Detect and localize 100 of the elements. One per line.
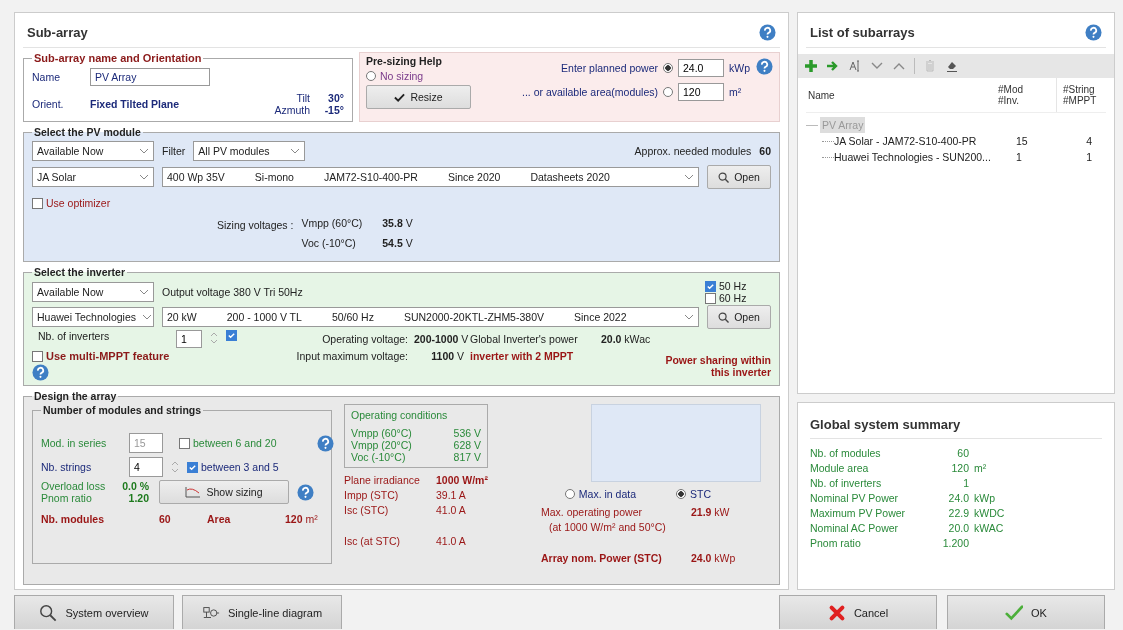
nominal-power-label: Array nom. Power (STC): [541, 552, 663, 564]
count-checkbox[interactable]: [226, 330, 237, 341]
group-title: Pre-sizing Help: [366, 55, 443, 67]
search-icon: [718, 311, 730, 323]
mode-radio[interactable]: Max. in data: [564, 488, 636, 500]
frequency-checkbox[interactable]: 60 Hz: [705, 292, 771, 304]
azimuth-value: -15°: [323, 104, 344, 116]
orientation-value: Fixed Tilted Plane: [90, 98, 181, 110]
pnom-value: 1.20: [127, 492, 149, 504]
manufacturer-dropdown[interactable]: JA Solar: [32, 167, 154, 187]
help-icon[interactable]: [1085, 23, 1102, 41]
condition-label: Vmpp (60°C): [351, 427, 413, 439]
value-field[interactable]: 24.0: [678, 59, 724, 77]
tree-item[interactable]: Huawei Technologies - SUN200...: [834, 151, 1016, 163]
tree-item[interactable]: JA Solar - JAM72-S10-400-PR: [834, 135, 1016, 147]
value-field[interactable]: 120: [678, 83, 724, 101]
modules-value: 60: [159, 513, 172, 525]
irradiance-label: Plane irradiance: [344, 474, 421, 486]
help-icon[interactable]: [32, 364, 49, 381]
caret-icon: [139, 174, 149, 180]
voltage-value: 54.5 V: [382, 237, 413, 249]
footer-button[interactable]: OK: [947, 595, 1105, 629]
table-cell-text: 1: [1016, 151, 1023, 163]
current-label: Isc (at STC): [344, 535, 401, 547]
current-label: Impp (STC): [344, 489, 400, 501]
checkmark-icon: [394, 91, 406, 103]
summary-value: 120: [950, 462, 969, 474]
mode-radio[interactable]: STC: [676, 488, 711, 500]
summary-unit: kWp: [974, 492, 996, 504]
optimizer-checkbox[interactable]: Use optimizer: [32, 192, 771, 214]
pnom-label: Pnom ratio: [41, 492, 93, 504]
current-label: Isc (STC): [344, 504, 390, 516]
help-icon[interactable]: [297, 483, 314, 501]
range-checkbox[interactable]: between 3 and 5: [187, 461, 317, 473]
max-power-value: 21.9 kW: [691, 506, 731, 518]
open-button[interactable]: Open: [707, 305, 771, 329]
operating-voltage-label: Operating voltage:: [321, 333, 408, 345]
table-cell-text: 4: [1085, 135, 1092, 147]
spinner-icon[interactable]: [210, 330, 218, 346]
eraser-icon[interactable]: [945, 59, 959, 73]
summary-value: 60: [956, 447, 969, 459]
range-checkbox[interactable]: between 6 and 20: [179, 437, 309, 449]
summary-unit: m²: [974, 462, 988, 474]
strings-field[interactable]: 4: [129, 457, 163, 477]
column-header: #String #MPPT: [1056, 78, 1106, 112]
field-label: Nb. of inverters: [38, 330, 111, 344]
option-label: Enter planned power: [561, 62, 658, 74]
model-dropdown[interactable]: 20 kW 200 - 1000 V TL 50/60 Hz SUN2000-20KTL-ZHM5-380V Since 2022: [162, 307, 699, 327]
power-sharing-note: Power sharing within this inverter: [664, 353, 771, 378]
panel-title: List of subarrays: [810, 24, 915, 40]
group-title: Select the inverter: [33, 266, 127, 278]
condition-value: 628 V: [452, 439, 481, 451]
footer-button[interactable]: System overview: [14, 595, 174, 629]
max-power-note: (at 1000 W/m² and 50°C): [548, 521, 667, 533]
summary-label: Nb. of modules: [810, 447, 882, 459]
footer-button[interactable]: Cancel: [779, 595, 937, 629]
availability-dropdown[interactable]: Available Now: [32, 282, 154, 302]
count-field[interactable]: 1: [176, 330, 202, 348]
sizing-option[interactable]: No sizing: [366, 70, 496, 82]
caret-icon: [139, 148, 149, 154]
irradiance-value: 1000 W/m²: [436, 474, 489, 486]
approx-value: 60: [759, 145, 771, 157]
manufacturer-dropdown[interactable]: Huawei Technologies: [32, 307, 154, 327]
caret-icon: [290, 148, 301, 154]
condition-label: Voc (-10°C): [351, 451, 407, 463]
caret-icon: [139, 289, 149, 295]
current-value: 41.0 A: [436, 504, 467, 516]
condition-label: Vmpp (20°C): [351, 439, 413, 451]
modules-label: Nb. modules: [41, 513, 105, 525]
current-value: 41.0 A: [436, 535, 467, 547]
caret-icon: [142, 314, 153, 320]
input-voltage-value: 1100 V: [430, 350, 464, 362]
approx-label: Approx. needed modules: [634, 145, 752, 157]
help-icon[interactable]: [759, 23, 776, 41]
rename-icon[interactable]: [848, 59, 862, 73]
add-icon[interactable]: [804, 59, 818, 73]
field-label: Orient.: [32, 98, 65, 110]
resize-button[interactable]: Resize: [366, 85, 471, 109]
radio-button[interactable]: [663, 63, 673, 73]
footer-button[interactable]: Single-line diagram: [182, 595, 342, 629]
search-icon: [718, 171, 730, 183]
frequency-checkbox[interactable]: 50 Hz: [705, 280, 771, 292]
radio-button[interactable]: [663, 87, 673, 97]
open-button[interactable]: Open: [707, 165, 771, 189]
name-field[interactable]: PV Array: [90, 68, 210, 86]
show-sizing-button[interactable]: Show sizing: [159, 480, 289, 504]
area-label: Area: [207, 513, 232, 525]
filter-dropdown[interactable]: All PV modules: [193, 141, 306, 161]
multi-mppt-checkbox[interactable]: Use multi-MPPT feature: [32, 350, 237, 362]
availability-dropdown[interactable]: Available Now: [32, 141, 154, 161]
tilt-label: Tilt: [296, 92, 310, 104]
sizing-label: Sizing voltages :: [217, 218, 294, 233]
help-icon[interactable]: [756, 58, 773, 75]
area-value: 120 m²: [285, 513, 318, 525]
chart-icon: [185, 486, 202, 498]
arrow-icon[interactable]: [826, 59, 840, 73]
model-dropdown[interactable]: 400 Wp 35V Si-mono JAM72-S10-400-PR Since 2020 Datasheets 2020: [162, 167, 699, 187]
help-icon[interactable]: [317, 434, 334, 452]
summary-label: Nb. of inverters: [810, 477, 883, 489]
group-title: Design the array: [33, 390, 118, 402]
